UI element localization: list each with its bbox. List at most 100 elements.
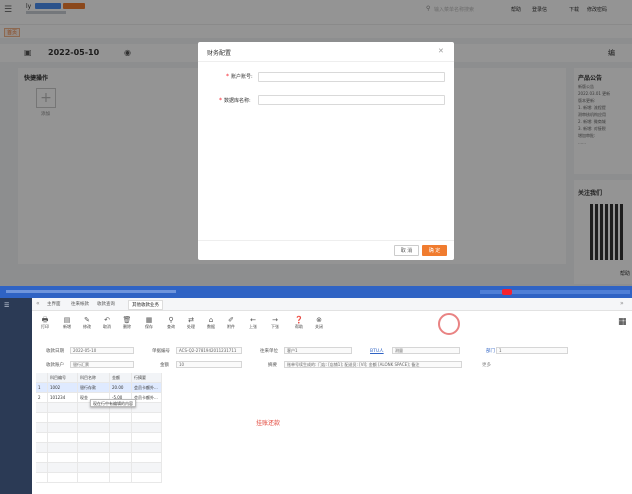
table-row-cell[interactable]: 1 [36,383,48,393]
table-row-empty-cell[interactable] [110,433,132,443]
toolbar-save[interactable]: ▦ 保存 [140,317,158,330]
table-row-empty-cell[interactable] [132,453,162,463]
summary-label: 摘要 [268,363,277,368]
table-row-empty-cell[interactable] [36,413,48,423]
toolbar-new[interactable]: ▤ 新增 [58,317,76,330]
table-row-empty-cell[interactable] [132,443,162,453]
table-row-empty-cell[interactable] [36,403,48,413]
tab-other-receipt[interactable]: 其他收款业务 [128,300,163,310]
print-icon: 🖶 [41,316,49,324]
table-row-empty-cell[interactable] [110,443,132,453]
table-row-empty-cell[interactable] [48,413,78,423]
table-row-empty-cell[interactable] [36,433,48,443]
toolbar-print[interactable]: 🖶 打印 [36,317,54,330]
toolbar-close[interactable]: ⊗ 关闭 [310,317,328,330]
toolbar-next[interactable]: → 下张 [266,317,284,330]
table-row-empty-cell[interactable] [132,403,162,413]
toolbar-undo[interactable]: ↶ 取消 [98,317,116,330]
table-row-empty-cell[interactable] [78,453,110,463]
unit-input[interactable]: 客户1 [284,347,352,354]
cancel-button[interactable]: 取 消 [394,245,419,256]
table-row-empty-cell[interactable] [110,463,132,473]
dialog-header: 财务配置 ✕ [198,42,454,62]
contact-label[interactable]: BTU人 [370,348,384,354]
table-row-cell[interactable]: 会员卡额外... [132,393,162,403]
table-row-empty-cell[interactable] [48,443,78,453]
table-row-cell[interactable]: 会员卡额外... [132,383,162,393]
table-row-empty-cell[interactable] [132,433,162,443]
dialog-title: 财务配置 [207,50,232,57]
table-row-empty-cell[interactable] [36,443,48,453]
row-tooltip: 现在行中有编辑的内容 [90,399,136,407]
erp-notice-badge[interactable] [502,289,512,295]
amount-input[interactable]: 10 [176,361,242,368]
table-row-empty-cell[interactable] [36,423,48,433]
table-row-empty-cell[interactable] [48,463,78,473]
toolbar-data[interactable]: ⌂ 数据 [202,317,220,330]
table-row-empty-cell[interactable] [132,413,162,423]
account-number-input[interactable] [258,72,445,82]
toolbar-label: 删除 [123,324,131,329]
table-row-empty-cell[interactable] [48,403,78,413]
table-row-empty-cell[interactable] [36,453,48,463]
ok-button[interactable]: 确 定 [422,245,447,256]
table-row-empty-cell[interactable] [110,413,132,423]
summary-input[interactable]: 账单号续生成的: 门店: [店铺1]; 配送员: [VI]; 金额 [ALONK… [284,361,462,368]
table-row-cell[interactable]: 1002 [48,383,78,393]
contact-input[interactable]: 测量 [392,347,460,354]
tab-main[interactable]: 主界面 [44,300,64,310]
bill-no-input[interactable]: ACS-Q2-2781942011231711 [176,347,242,354]
table-row-cell[interactable]: 20.00 [110,383,132,393]
toolbar-delete[interactable]: 🗑 删除 [118,317,136,330]
table-row-empty-cell[interactable] [78,423,110,433]
tab-scroll-left-icon[interactable]: « [36,300,40,307]
table-row-empty-cell[interactable] [78,473,110,483]
table-row-empty-cell[interactable] [78,433,110,443]
table-row-empty-cell[interactable] [36,463,48,473]
database-name-input[interactable] [258,95,445,105]
toolbar-label: 查询 [167,324,175,329]
table-row-empty-cell[interactable] [78,463,110,473]
toolbar-query[interactable]: ⚲ 查询 [162,317,180,330]
table-row-empty-cell[interactable] [132,473,162,483]
toolbar-attach[interactable]: ✐ 附件 [222,317,240,330]
toolbar-edit[interactable]: ✎ 修改 [78,317,96,330]
dept-input[interactable]: 1 [496,347,568,354]
toolbar-help[interactable]: ❓ 帮助 [290,317,308,330]
toolbar-label: 处理 [187,324,195,329]
center-hint: 挂账还款 [256,420,281,427]
table-row-empty-cell[interactable] [78,443,110,453]
date-label: 收款日期 [46,349,64,354]
table-row-empty-cell[interactable] [48,453,78,463]
account-input[interactable]: 银行汇票 [70,361,134,368]
table-row-cell[interactable]: 101234 [48,393,78,403]
qr-toggle-icon[interactable]: ▦ [618,317,627,327]
table-row-cell[interactable]: 银行存款 [78,383,110,393]
date-input[interactable]: 2022-05-10 [70,347,134,354]
close-icon[interactable]: ✕ [438,47,444,55]
erp-toolbar: 🖶 打印 ▤ 新增 ✎ 修改 ↶ 取消 🗑 删除 ▦ 保存 ⚲ 查询 ⇄ 处理 ⌂ 数据 ✐ 附件 … [32,311,632,341]
save-icon: ▦ [145,316,153,324]
erp-title-placeholder [6,290,176,293]
table-row-empty-cell[interactable] [110,473,132,483]
table-row-empty-cell[interactable] [48,433,78,443]
table-row-empty-cell[interactable] [36,473,48,483]
table-row-cell[interactable]: 2 [36,393,48,403]
table-row-empty-cell[interactable] [48,473,78,483]
table-row-empty-cell[interactable] [132,423,162,433]
table-row-empty-cell[interactable] [48,423,78,433]
table-header-cell: 行摘要 [132,373,162,383]
toolbar-prev[interactable]: ← 上张 [244,317,262,330]
data-icon: ⌂ [208,316,214,324]
more-toggle[interactable]: 更多 [482,362,491,368]
tab-receipt-query[interactable]: 收款查询 [94,300,118,310]
table-row-empty-cell[interactable] [132,463,162,473]
tab-scroll-right-icon[interactable]: » [620,300,624,307]
table-row-empty-cell[interactable] [110,423,132,433]
toolbar-dispose[interactable]: ⇄ 处理 [182,317,200,330]
sidebar-menu-icon[interactable]: ☰ [4,302,9,309]
tab-ar-ap[interactable]: 往来帐款 [68,300,92,310]
table-row-empty-cell[interactable] [78,413,110,423]
toolbar-label: 帮助 [295,324,303,329]
table-row-empty-cell[interactable] [110,453,132,463]
